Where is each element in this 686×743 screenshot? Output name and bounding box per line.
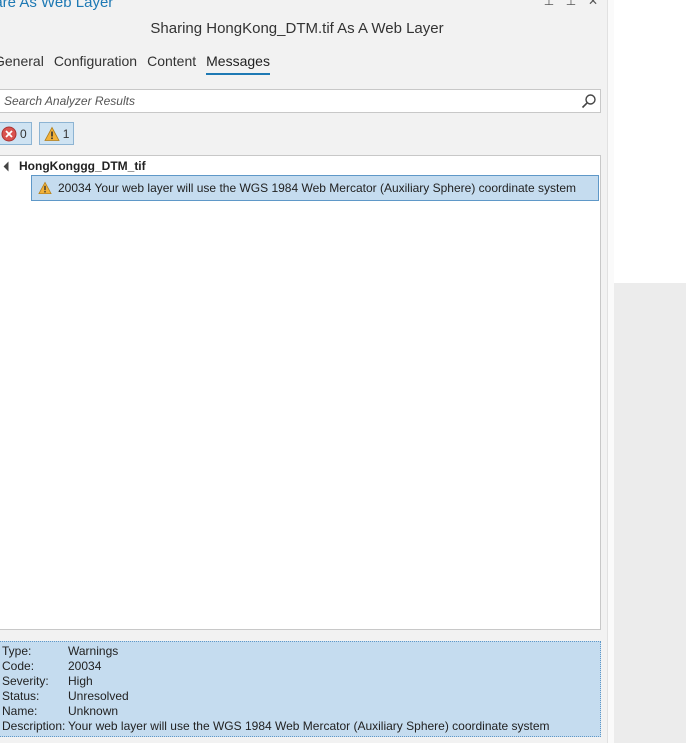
pin-icon[interactable]: ⊥ xyxy=(543,0,555,8)
collapse-triangle-icon[interactable] xyxy=(3,161,14,171)
detail-value: Unresolved xyxy=(68,689,129,703)
filter-row: 0 1 xyxy=(0,122,75,145)
share-web-layer-pane: hare As Web Layer ⊥ ⊥ ✕ Sharing HongKong… xyxy=(0,0,607,743)
detail-status: Status: Unresolved xyxy=(2,689,600,704)
search-box xyxy=(0,89,601,113)
tab-content[interactable]: Content xyxy=(147,53,196,75)
detail-label: Description: xyxy=(2,719,66,733)
map-area-bottom xyxy=(614,283,686,743)
pane-controls: ⊥ ⊥ ✕ xyxy=(543,0,599,8)
warnings-count: 1 xyxy=(62,126,70,141)
message-text: 20034 Your web layer will use the WGS 19… xyxy=(58,181,577,195)
detail-severity: Severity: High xyxy=(2,674,600,689)
detail-type: Type: Warnings xyxy=(2,644,600,659)
close-icon[interactable]: ✕ xyxy=(587,0,599,8)
warnings-filter-button[interactable]: 1 xyxy=(38,122,75,145)
group-name: HongKonggg_DTM_tif xyxy=(19,159,146,173)
detail-label: Type: xyxy=(2,644,32,658)
tab-general[interactable]: General xyxy=(0,53,44,75)
message-details-panel: Type: Warnings Code: 20034 Severity: Hig… xyxy=(0,641,601,737)
detail-value: High xyxy=(68,674,93,688)
warning-icon xyxy=(44,126,60,141)
detail-description: Description: Your web layer will use the… xyxy=(2,719,600,734)
detail-code: Code: 20034 xyxy=(2,659,600,674)
search-input[interactable] xyxy=(0,90,569,112)
error-icon xyxy=(1,126,17,141)
detail-value: Warnings xyxy=(68,644,119,658)
detail-label: Name: xyxy=(2,704,38,718)
auto-hide-icon[interactable]: ⊥ xyxy=(565,0,577,8)
analyzer-results-list: HongKonggg_DTM_tif 20034 Your web layer … xyxy=(0,155,601,630)
detail-label: Code: xyxy=(2,659,35,673)
detail-value: Your web layer will use the WGS 1984 Web… xyxy=(68,719,550,733)
pane-splitter[interactable] xyxy=(607,0,614,743)
detail-label: Severity: xyxy=(2,674,49,688)
detail-value: 20034 xyxy=(68,659,102,673)
detail-value: Unknown xyxy=(68,704,119,718)
tab-messages[interactable]: Messages xyxy=(206,53,270,75)
tab-bar: General Configuration Content Messages xyxy=(0,53,270,75)
sharing-heading: Sharing HongKong_DTM.tif As A Web Layer xyxy=(150,20,444,37)
warning-icon xyxy=(38,181,52,195)
errors-count: 0 xyxy=(20,126,27,141)
detail-label: Status: xyxy=(2,689,40,703)
message-row[interactable]: 20034 Your web layer will use the WGS 19… xyxy=(31,175,599,201)
search-icon[interactable] xyxy=(581,93,597,109)
pane-title: hare As Web Layer xyxy=(0,0,114,11)
errors-filter-button[interactable]: 0 xyxy=(0,122,32,145)
results-group[interactable]: HongKonggg_DTM_tif xyxy=(3,159,146,173)
detail-name: Name: Unknown xyxy=(2,704,600,719)
tab-configuration[interactable]: Configuration xyxy=(54,53,137,75)
map-area-top xyxy=(614,0,686,283)
